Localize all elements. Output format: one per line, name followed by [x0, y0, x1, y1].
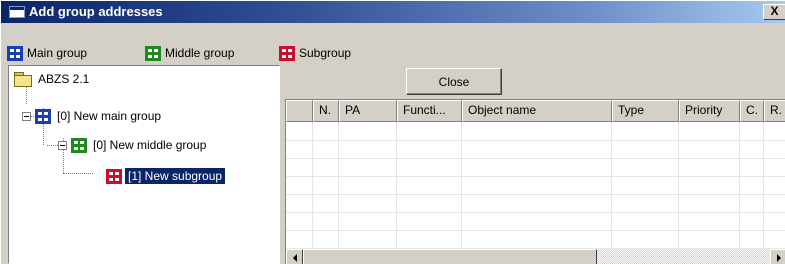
column-header-r[interactable]: R. [764, 100, 785, 122]
middle-group-icon [71, 137, 87, 153]
tree-item-middle-group[interactable]: [0] New middle group [58, 135, 209, 155]
scrollbar-thumb[interactable] [303, 249, 597, 264]
folder-icon [14, 72, 32, 87]
subgroup-label: Subgroup [299, 46, 352, 60]
main-group-icon [35, 108, 51, 124]
objects-table[interactable]: N. PA Functi... Object name Type Priorit… [285, 99, 785, 264]
tree-item-main-group[interactable]: [0] New main group [22, 106, 164, 126]
column-header-c[interactable]: C. [740, 100, 764, 122]
column-header-number[interactable]: N. [313, 100, 339, 122]
tree-connector [63, 173, 93, 174]
column-header-type[interactable]: Type [612, 100, 679, 122]
row-selector-header [286, 100, 313, 122]
column-header-priority[interactable]: Priority [679, 100, 740, 122]
arrow-right-icon [776, 253, 781, 262]
add-group-addresses-window: Add group addresses X Main group Middle … [0, 0, 785, 264]
table-column-line [611, 122, 612, 249]
table-column-line [312, 122, 313, 249]
collapse-icon[interactable] [22, 111, 31, 121]
scrollbar-track[interactable] [597, 249, 770, 264]
collapse-icon[interactable] [58, 140, 67, 150]
table-header: N. PA Functi... Object name Type Priorit… [286, 100, 785, 122]
title-bar[interactable]: Add group addresses X [1, 1, 785, 23]
close-button[interactable]: Close [406, 68, 502, 95]
window-close-button[interactable]: X [763, 4, 785, 20]
window-title: Add group addresses [29, 4, 163, 19]
middle-group-button[interactable]: Middle group [145, 43, 234, 63]
table-row-line [286, 230, 785, 231]
middle-group-icon [145, 45, 161, 61]
middle-group-label: Middle group [165, 46, 235, 60]
toolbar: Main group Middle group Subgroup [1, 23, 785, 66]
tree-item-root-label: ABZS 2.1 [38, 72, 90, 86]
group-details-panel: Close N. PA Functi... Object name Type P… [285, 65, 785, 264]
main-group-icon [7, 45, 23, 61]
tree-item-middle-group-label: [0] New middle group [93, 138, 207, 152]
column-header-object-name[interactable]: Object name [462, 100, 612, 122]
group-address-tree[interactable]: ABZS 2.1 [0] New main group [0] New midd… [8, 65, 280, 264]
table-column-line [739, 122, 740, 249]
table-row-line [286, 140, 785, 141]
tree-connector [47, 145, 58, 146]
tree-item-main-group-label: [0] New main group [57, 109, 162, 123]
tree-item-root[interactable]: ABZS 2.1 [14, 69, 92, 89]
table-column-line [461, 122, 462, 249]
table-column-line [338, 122, 339, 249]
table-row-line [286, 158, 785, 159]
subgroup-button[interactable]: Subgroup [279, 43, 351, 63]
column-header-function[interactable]: Functi... [397, 100, 462, 122]
subgroup-icon [106, 168, 122, 184]
window-icon [9, 6, 25, 18]
table-column-line [396, 122, 397, 249]
tree-item-subgroup[interactable]: [1] New subgroup [106, 166, 226, 186]
table-column-line [678, 122, 679, 249]
main-group-button[interactable]: Main group [7, 43, 87, 63]
tree-item-subgroup-label: [1] New subgroup [125, 168, 226, 184]
main-group-label: Main group [27, 46, 88, 60]
column-header-pa[interactable]: PA [339, 100, 397, 122]
table-row-line [286, 194, 785, 195]
scroll-right-button[interactable] [770, 249, 785, 264]
table-row-line [286, 176, 785, 177]
subgroup-icon [279, 45, 295, 61]
table-column-line [763, 122, 764, 249]
arrow-left-icon [292, 253, 297, 262]
table-row-line [286, 212, 785, 213]
horizontal-scrollbar[interactable] [286, 249, 785, 264]
scroll-left-button[interactable] [286, 249, 303, 264]
